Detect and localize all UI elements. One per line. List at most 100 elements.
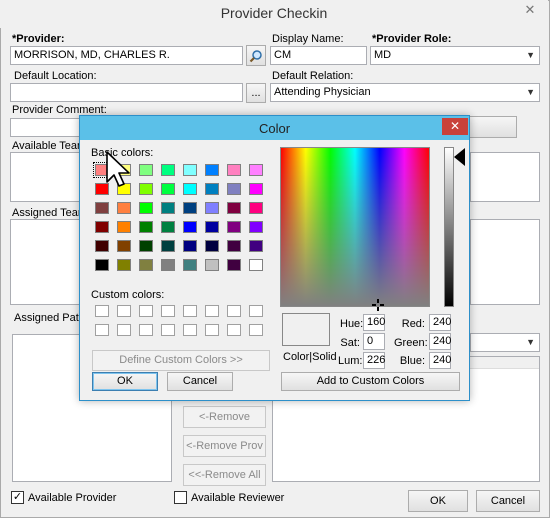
color-spectrum[interactable] (280, 147, 430, 307)
basic-color-swatch[interactable] (161, 221, 175, 233)
basic-color-swatch[interactable] (249, 183, 263, 195)
basic-color-swatch[interactable] (161, 164, 175, 176)
provider-comment-field[interactable] (10, 118, 90, 137)
provider-field[interactable]: MORRISON, MD, CHARLES R. (10, 46, 243, 65)
green-input[interactable]: 240 (429, 333, 451, 350)
basic-color-swatch[interactable] (95, 202, 109, 214)
basic-color-swatch[interactable] (183, 259, 197, 271)
basic-color-swatch[interactable] (139, 259, 153, 271)
default-location-field[interactable] (10, 83, 243, 102)
basic-color-swatch[interactable] (227, 259, 241, 271)
luminosity-pointer-icon[interactable] (454, 148, 465, 166)
available-teams-list[interactable] (10, 152, 80, 202)
color-ok-button[interactable]: OK (92, 372, 158, 391)
location-browse-button[interactable]: ... (246, 83, 266, 103)
basic-color-swatch[interactable] (117, 202, 131, 214)
display-name-field[interactable]: CM (270, 46, 367, 65)
basic-color-swatch[interactable] (227, 183, 241, 195)
basic-color-swatch[interactable] (139, 164, 153, 176)
basic-color-swatch[interactable] (183, 202, 197, 214)
basic-color-swatch[interactable] (95, 221, 109, 233)
basic-color-swatch[interactable] (227, 240, 241, 252)
available-provider-checkbox[interactable]: ✓ (11, 491, 24, 504)
basic-color-swatch[interactable] (249, 202, 263, 214)
custom-color-swatch[interactable] (183, 324, 197, 336)
red-input[interactable]: 240 (429, 314, 451, 331)
assigned-team-list[interactable] (10, 219, 80, 305)
custom-color-swatch[interactable] (117, 305, 131, 317)
luminosity-slider[interactable] (444, 147, 454, 307)
custom-color-swatch[interactable] (139, 324, 153, 336)
lum-input[interactable]: 226 (363, 352, 385, 369)
right-filter-combo[interactable]: ▼ (470, 333, 540, 352)
custom-color-swatch[interactable] (227, 324, 241, 336)
basic-color-swatch[interactable] (249, 259, 263, 271)
right-assigned-team-list[interactable] (470, 219, 540, 305)
blue-input[interactable]: 240 (429, 352, 451, 369)
basic-color-swatch[interactable] (227, 164, 241, 176)
chevron-down-icon: ▼ (526, 337, 535, 347)
custom-color-swatch[interactable] (95, 324, 109, 336)
basic-color-swatch[interactable] (249, 240, 263, 252)
basic-color-swatch[interactable] (139, 240, 153, 252)
basic-color-swatch[interactable] (205, 183, 219, 195)
ok-button[interactable]: OK (408, 490, 468, 512)
color-dialog-close-icon[interactable]: ✕ (442, 118, 468, 135)
custom-color-swatch[interactable] (183, 305, 197, 317)
provider-role-combo[interactable]: MD ▼ (370, 46, 540, 65)
custom-color-swatch[interactable] (205, 305, 219, 317)
basic-color-swatch[interactable] (183, 183, 197, 195)
basic-color-swatch[interactable] (249, 221, 263, 233)
basic-color-swatch[interactable] (205, 259, 219, 271)
basic-color-swatch[interactable] (117, 221, 131, 233)
basic-color-swatch[interactable] (139, 202, 153, 214)
basic-color-swatch[interactable] (95, 259, 109, 271)
provider-search-button[interactable] (246, 45, 266, 66)
basic-color-swatch[interactable] (139, 221, 153, 233)
custom-color-swatch[interactable] (139, 305, 153, 317)
basic-color-swatch[interactable] (161, 202, 175, 214)
basic-color-swatch[interactable] (227, 221, 241, 233)
default-relation-combo[interactable]: Attending Physician ▼ (270, 83, 540, 102)
color-cancel-button[interactable]: Cancel (167, 372, 233, 391)
remove-prov-button[interactable]: <-Remove Prov (183, 435, 266, 457)
sat-input[interactable]: 0 (363, 333, 385, 350)
basic-color-swatch[interactable] (183, 221, 197, 233)
custom-color-swatch[interactable] (161, 324, 175, 336)
close-icon[interactable]: ✕ (516, 1, 544, 19)
basic-color-swatch[interactable] (249, 164, 263, 176)
available-reviewer-checkbox[interactable] (174, 491, 187, 504)
right-teams-list[interactable] (470, 152, 540, 202)
provider-role-value: MD (374, 49, 392, 61)
basic-color-swatch[interactable] (183, 240, 197, 252)
basic-color-swatch[interactable] (117, 259, 131, 271)
basic-color-swatch[interactable] (161, 259, 175, 271)
window-title: Provider Checkin (220, 5, 328, 21)
custom-color-swatch[interactable] (205, 324, 219, 336)
custom-color-swatch[interactable] (95, 305, 109, 317)
basic-color-swatch[interactable] (205, 221, 219, 233)
basic-color-swatch[interactable] (95, 240, 109, 252)
hue-input[interactable]: 160 (363, 314, 385, 331)
basic-color-swatch[interactable] (205, 240, 219, 252)
define-custom-colors-button[interactable]: Define Custom Colors >> (92, 350, 270, 371)
cancel-button[interactable]: Cancel (476, 490, 540, 512)
comment-side-button[interactable] (468, 116, 517, 138)
default-relation-label: Default Relation: (272, 70, 354, 82)
basic-color-swatch[interactable] (227, 202, 241, 214)
custom-color-swatch[interactable] (117, 324, 131, 336)
custom-color-swatch[interactable] (249, 324, 263, 336)
basic-color-swatch[interactable] (139, 183, 153, 195)
remove-all-button[interactable]: <<-Remove All (183, 464, 266, 486)
remove-button[interactable]: <-Remove (183, 406, 266, 428)
basic-color-swatch[interactable] (161, 240, 175, 252)
basic-color-swatch[interactable] (205, 202, 219, 214)
basic-color-swatch[interactable] (117, 240, 131, 252)
custom-color-swatch[interactable] (161, 305, 175, 317)
custom-color-swatch[interactable] (249, 305, 263, 317)
add-to-custom-colors-button[interactable]: Add to Custom Colors (281, 372, 460, 391)
custom-color-swatch[interactable] (227, 305, 241, 317)
basic-color-swatch[interactable] (183, 164, 197, 176)
basic-color-swatch[interactable] (161, 183, 175, 195)
basic-color-swatch[interactable] (205, 164, 219, 176)
